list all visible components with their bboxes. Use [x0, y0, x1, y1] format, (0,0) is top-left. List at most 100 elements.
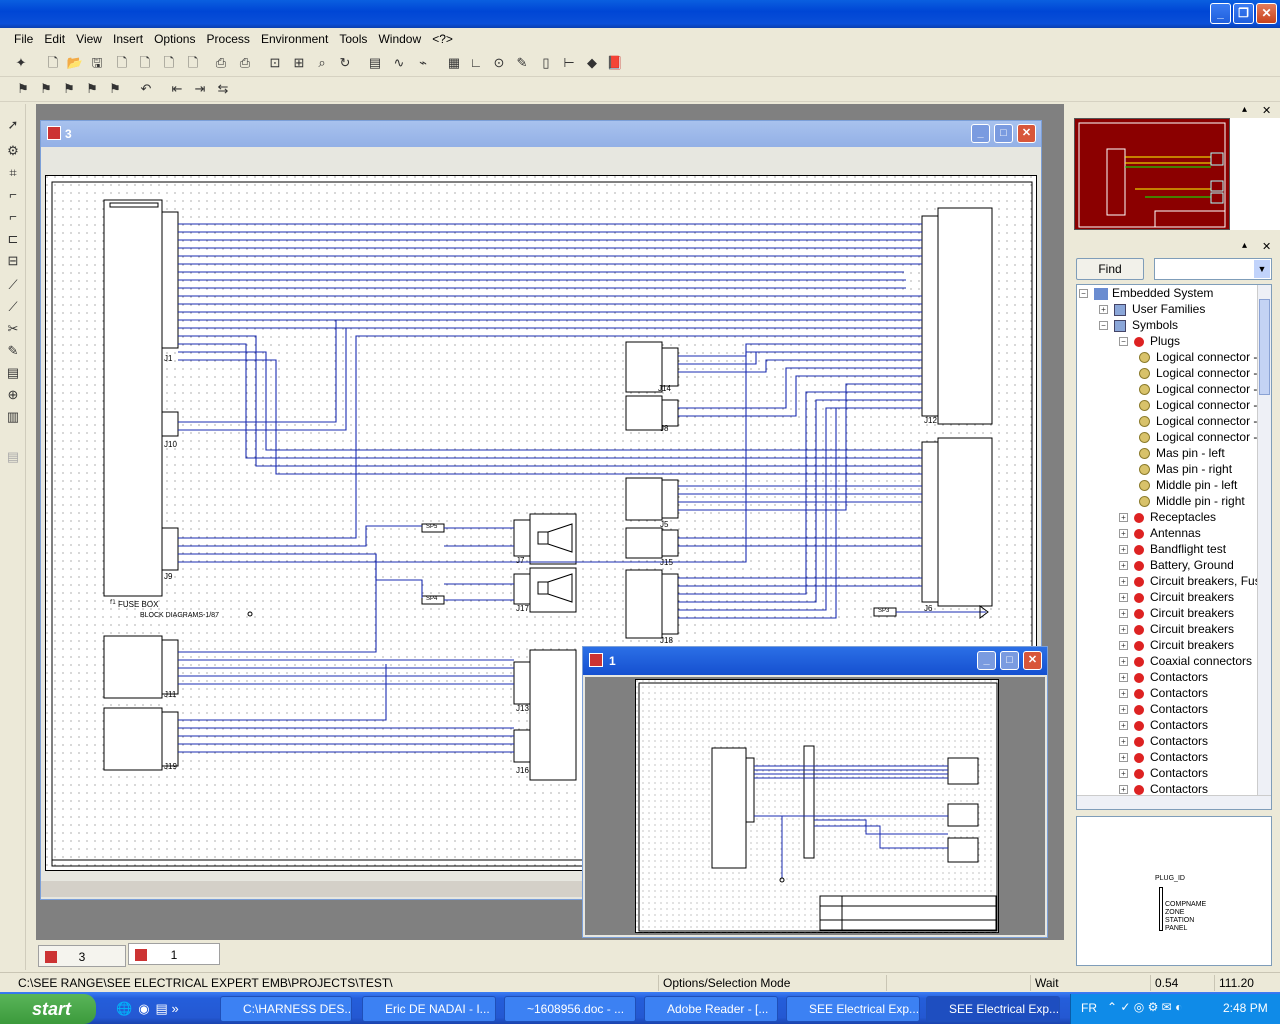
- tool-5-icon[interactable]: ⊏: [4, 230, 22, 248]
- save-icon[interactable]: 🖫: [88, 54, 106, 72]
- connector-j19[interactable]: J19: [164, 762, 177, 771]
- tool-1-icon[interactable]: ⚙: [4, 142, 22, 160]
- page-last-icon[interactable]: 🗋: [184, 54, 202, 72]
- window-1-title-bar[interactable]: 1 _ □ ✕: [583, 647, 1047, 675]
- tool-8-icon[interactable]: ⟋: [4, 298, 22, 316]
- expand-icon[interactable]: +: [1119, 673, 1128, 683]
- splice-sp4[interactable]: SP4: [426, 596, 437, 602]
- refresh-icon[interactable]: ↻: [336, 54, 354, 72]
- tree-item[interactable]: Logical connector -: [1139, 413, 1257, 429]
- properties-icon[interactable]: ▤: [366, 54, 384, 72]
- tree-item[interactable]: + Contactors: [1119, 701, 1208, 717]
- tool-6-icon[interactable]: ⊟: [4, 252, 22, 270]
- ortho-icon[interactable]: ∟: [467, 54, 485, 72]
- expand-icon[interactable]: +: [1119, 769, 1128, 779]
- tree-vscroll[interactable]: [1257, 285, 1271, 795]
- window-1-close-button[interactable]: ✕: [1023, 651, 1042, 670]
- connector-j17[interactable]: J17: [516, 604, 529, 613]
- language-indicator[interactable]: FR: [1081, 1001, 1097, 1015]
- menu-window[interactable]: Window: [374, 28, 425, 50]
- print-preview-icon[interactable]: ⎙: [236, 54, 254, 72]
- tree-item[interactable]: − Plugs: [1119, 333, 1180, 349]
- tab-window-1[interactable]: 1: [128, 943, 220, 965]
- expand-icon[interactable]: −: [1099, 321, 1108, 331]
- tree-item[interactable]: + Circuit breakers, Fuses: [1119, 573, 1271, 589]
- tree-item[interactable]: + Antennas: [1119, 525, 1201, 541]
- expand-icon[interactable]: +: [1119, 593, 1128, 603]
- connector-j10[interactable]: J10: [164, 440, 177, 449]
- task-adobe[interactable]: Adobe Reader - [...: [644, 996, 778, 1022]
- connector-j16[interactable]: J16: [516, 766, 529, 775]
- tree-item[interactable]: + Circuit breakers: [1119, 637, 1234, 653]
- firefox-icon[interactable]: ◉: [138, 1001, 149, 1016]
- tree-item[interactable]: + Contactors: [1119, 733, 1208, 749]
- expand-icon[interactable]: +: [1119, 545, 1128, 555]
- expand-icon[interactable]: +: [1119, 577, 1128, 587]
- tree-item[interactable]: Logical connector -: [1139, 365, 1257, 381]
- expand-icon[interactable]: −: [1119, 337, 1128, 347]
- tree-item[interactable]: Logical connector -: [1139, 429, 1257, 445]
- menu-environment[interactable]: Environment: [257, 28, 332, 50]
- tree-item[interactable]: + Circuit breakers: [1119, 589, 1234, 605]
- harness-remove-icon[interactable]: ⚑: [106, 80, 124, 98]
- page-icon[interactable]: 🗋: [113, 54, 131, 72]
- tree-item[interactable]: + Circuit breakers: [1119, 621, 1234, 637]
- expand-icon[interactable]: +: [1119, 753, 1128, 763]
- harness-add-icon[interactable]: ⚑: [83, 80, 101, 98]
- tree-item[interactable]: − Symbols: [1099, 317, 1178, 333]
- new-project-icon[interactable]: ✦: [12, 54, 30, 72]
- harness-down-icon[interactable]: ⚑: [60, 80, 78, 98]
- connector-j14[interactable]: J14: [658, 384, 671, 393]
- tool-4-icon[interactable]: ⌐: [4, 208, 22, 226]
- grid-icon[interactable]: ▦: [445, 54, 463, 72]
- expand-icon[interactable]: +: [1119, 625, 1128, 635]
- expand-icon[interactable]: +: [1119, 721, 1128, 731]
- schematic-sheet-1[interactable]: [635, 679, 1000, 934]
- expand-icon[interactable]: +: [1119, 609, 1128, 619]
- harness-up-icon[interactable]: ⚑: [37, 80, 55, 98]
- undo-icon[interactable]: ↶: [137, 80, 155, 98]
- library-pin-icon[interactable]: ▴: [1242, 240, 1247, 251]
- tree-item[interactable]: Mas pin - left: [1139, 445, 1225, 461]
- connector-j13[interactable]: J13: [516, 704, 529, 713]
- collapse-icon[interactable]: −: [1079, 289, 1088, 299]
- expand-icon[interactable]: +: [1119, 737, 1128, 747]
- tree-item[interactable]: + Receptacles: [1119, 509, 1216, 525]
- cable-icon[interactable]: ⌁: [414, 54, 432, 72]
- chevron-down-icon[interactable]: ▼: [1254, 260, 1270, 278]
- tool-13-icon[interactable]: ▥: [4, 408, 22, 426]
- expand-icon[interactable]: +: [1099, 305, 1108, 315]
- maximize-button[interactable]: ❐: [1233, 3, 1254, 24]
- tool-12-icon[interactable]: ⊕: [4, 386, 22, 404]
- tree-item[interactable]: Logical connector -: [1139, 381, 1257, 397]
- window-3-close-button[interactable]: ✕: [1017, 124, 1036, 143]
- nav-last-icon[interactable]: ⇥: [191, 80, 209, 98]
- tree-item[interactable]: + Contactors: [1119, 669, 1208, 685]
- page-prev-icon[interactable]: 🗋: [136, 54, 154, 72]
- tree-root[interactable]: − Embedded System: [1079, 285, 1213, 301]
- select-arrow-icon[interactable]: ➚: [4, 116, 22, 134]
- new-file-icon[interactable]: 🗋: [44, 54, 62, 72]
- start-button[interactable]: start: [0, 994, 96, 1024]
- tray-icons[interactable]: ⌃ ✓ ◎ ⚙ ✉ ◐: [1107, 1000, 1182, 1014]
- menu-view[interactable]: View: [72, 28, 106, 50]
- menu-tools[interactable]: Tools: [335, 28, 371, 50]
- window-3-title-bar[interactable]: 3 _ □ ✕: [41, 121, 1041, 147]
- component-icon[interactable]: ▯: [537, 54, 555, 72]
- menu-insert[interactable]: Insert: [109, 28, 147, 50]
- expand-icon[interactable]: +: [1119, 529, 1128, 539]
- print-icon[interactable]: ⎙: [212, 54, 230, 72]
- menu-process[interactable]: Process: [203, 28, 254, 50]
- symbol-icon[interactable]: ◆: [583, 54, 601, 72]
- menu-edit[interactable]: Edit: [40, 28, 69, 50]
- connector-j8[interactable]: J8: [660, 424, 668, 433]
- tool-11-icon[interactable]: ▤: [4, 364, 22, 382]
- window-3-maximize-button[interactable]: □: [994, 124, 1013, 143]
- window-1-minimize-button[interactable]: _: [977, 651, 996, 670]
- book-icon[interactable]: 📕: [606, 54, 624, 72]
- page-next-icon[interactable]: 🗋: [160, 54, 178, 72]
- find-button[interactable]: Find: [1076, 258, 1144, 280]
- splice-sp5[interactable]: SP5: [426, 524, 437, 530]
- overview-close-icon[interactable]: ✕: [1262, 104, 1271, 117]
- expand-icon[interactable]: +: [1119, 689, 1128, 699]
